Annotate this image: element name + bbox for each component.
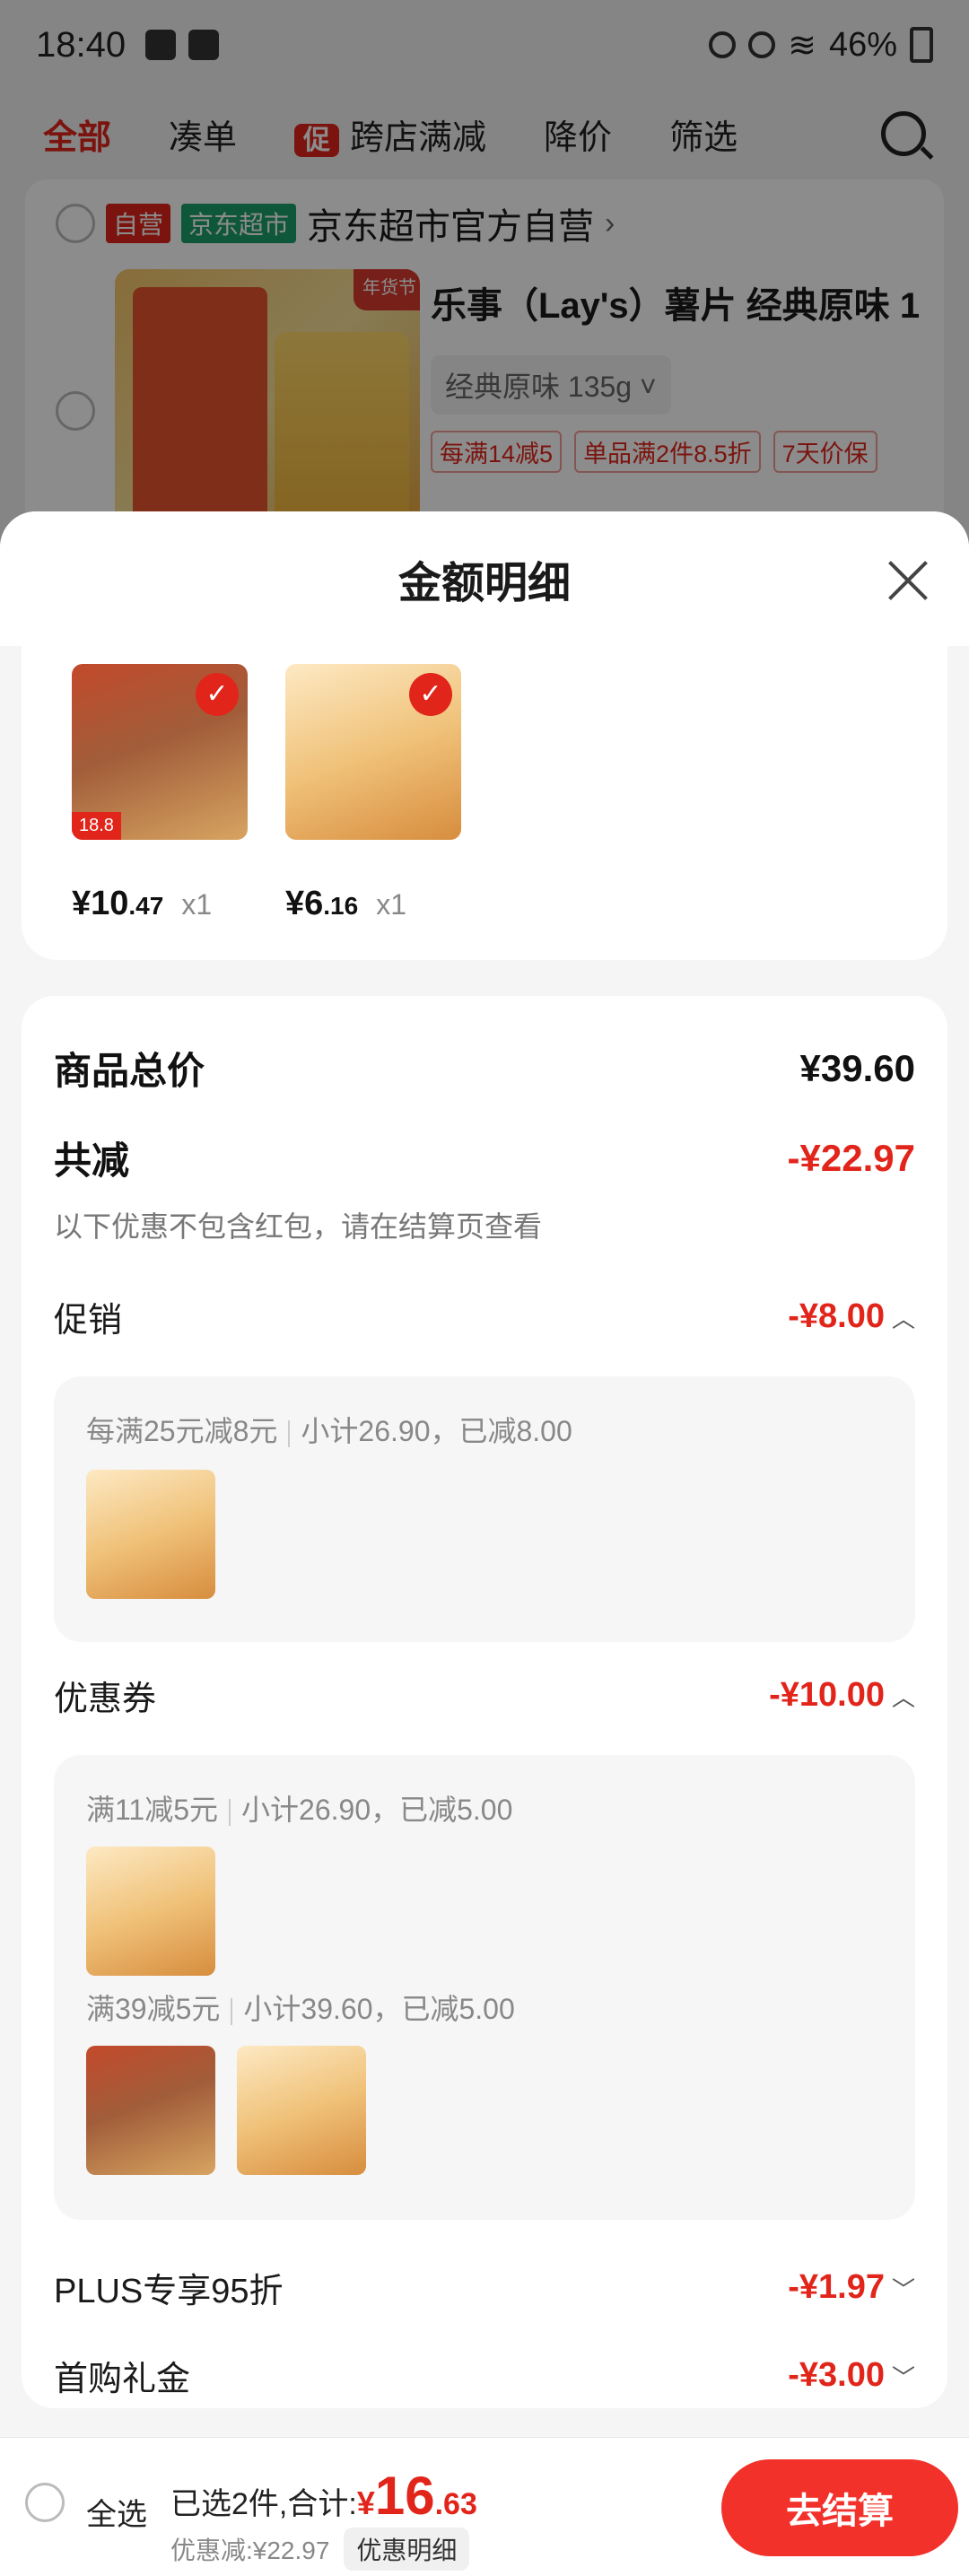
promo-rule-line: 每满25元减8元 小计26.90，已减8.00 bbox=[86, 1415, 572, 1447]
coupon-row[interactable]: 优惠券 -¥10.00 ︿ bbox=[54, 1671, 915, 1720]
total-price-label: 商品总价 bbox=[54, 1050, 205, 1092]
first-purchase-label: 首购礼金 bbox=[54, 2361, 191, 2398]
item-quantity: x1 bbox=[181, 888, 213, 921]
promo-label: 促销 bbox=[54, 1302, 123, 1340]
item-quantity: x1 bbox=[376, 888, 407, 921]
select-all-label[interactable]: 全选 bbox=[86, 2490, 147, 2534]
coupon-value: -¥10.00 bbox=[769, 1676, 885, 1714]
plus-discount-value: -¥1.97 bbox=[788, 2268, 885, 2306]
coupon-item-thumbnail bbox=[237, 2046, 366, 2175]
item-price: ¥10.47 bbox=[72, 885, 164, 922]
amount-detail-sheet: 金额明细 ✓ ¥10.47 x1 ✓ ¥6.16 x1 商品总价 ¥39.60 bbox=[0, 511, 969, 2576]
selected-item[interactable]: ✓ ¥6.16 x1 bbox=[285, 664, 465, 923]
price-summary-card: 商品总价 ¥39.60 共减 -¥22.97 以下优惠不包含红包，请在结算页查看… bbox=[22, 996, 947, 2408]
selected-total: 已选2件,合计:¥16.63 bbox=[170, 2466, 477, 2526]
chevron-down-icon: ﹀ bbox=[891, 2364, 915, 2391]
check-icon: ✓ bbox=[409, 673, 452, 716]
total-amount: 16 bbox=[374, 2466, 435, 2526]
close-icon[interactable] bbox=[883, 554, 933, 605]
select-all-radio[interactable] bbox=[25, 2483, 65, 2522]
chevron-down-icon: ﹀ bbox=[891, 2276, 915, 2303]
discount-note: 以下优惠不包含红包，请在结算页查看 bbox=[54, 1210, 543, 1243]
discount-detail-button[interactable]: 优惠明细 bbox=[344, 2528, 470, 2571]
plus-discount-label: PLUS专享95折 bbox=[54, 2273, 284, 2310]
selected-item[interactable]: ✓ ¥10.47 x1 bbox=[72, 664, 251, 923]
promo-detail-box: 每满25元减8元 小计26.90，已减8.00 bbox=[54, 1376, 915, 1642]
coupon-rule-line: 满11减5元 小计26.90，已减5.00 bbox=[86, 1794, 513, 1826]
total-reduction-label: 共减 bbox=[54, 1140, 130, 1182]
sheet-header: 金额明细 bbox=[0, 511, 969, 646]
promo-item-thumbnail bbox=[86, 1470, 215, 1599]
total-price-value: ¥39.60 bbox=[799, 1046, 915, 1089]
checkout-bar: 全选 已选2件,合计:¥16.63 优惠减:¥22.97 优惠明细 去结算 bbox=[0, 2437, 969, 2576]
coupon-item-thumbnail bbox=[86, 1847, 215, 1976]
total-reduction-row: 共减 -¥22.97 bbox=[54, 1131, 915, 1185]
chevron-up-icon: ︿ bbox=[891, 1684, 915, 1711]
coupon-detail-box: 满11减5元 小计26.90，已减5.00 满39减5元 小计39.60，已减5.0… bbox=[54, 1755, 915, 2220]
first-purchase-value: -¥3.00 bbox=[788, 2356, 885, 2394]
plus-discount-row[interactable]: PLUS专享95折 -¥1.97 ﹀ bbox=[54, 2263, 915, 2312]
coupon-label: 优惠券 bbox=[54, 1681, 157, 1718]
saved-amount: 优惠减:¥22.97 bbox=[170, 2537, 330, 2564]
promo-row[interactable]: 促销 -¥8.00 ︿ bbox=[54, 1292, 915, 1341]
item-price: ¥6.16 bbox=[285, 885, 359, 922]
checkout-button[interactable]: 去结算 bbox=[721, 2459, 958, 2556]
first-purchase-row[interactable]: 首购礼金 -¥3.00 ﹀ bbox=[54, 2351, 915, 2400]
item-thumbnail: ✓ bbox=[72, 664, 248, 840]
promo-value: -¥8.00 bbox=[788, 1297, 885, 1335]
chevron-up-icon: ︿ bbox=[891, 1305, 915, 1332]
total-reduction-value: -¥22.97 bbox=[787, 1136, 915, 1179]
total-price-row: 商品总价 ¥39.60 bbox=[54, 1041, 915, 1096]
sheet-title: 金额明细 bbox=[397, 560, 571, 607]
coupon-rule-line: 满39减5元 小计39.60，已减5.00 bbox=[86, 1993, 515, 2025]
check-icon: ✓ bbox=[196, 673, 239, 716]
item-thumbnail: ✓ bbox=[285, 664, 461, 840]
selected-items-card: ✓ ¥10.47 x1 ✓ ¥6.16 x1 bbox=[22, 646, 947, 960]
coupon-item-thumbnail bbox=[86, 2046, 215, 2175]
